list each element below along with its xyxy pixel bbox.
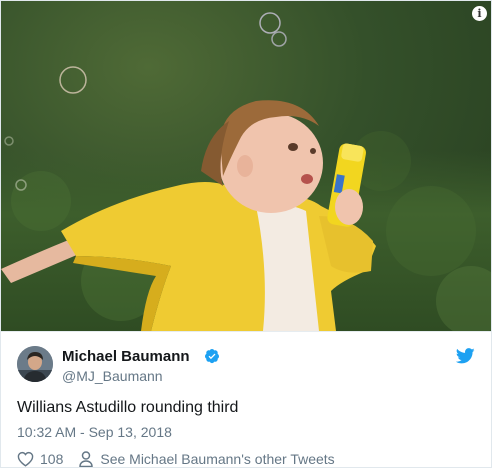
tweet-body: Michael Baumann @MJ_Baumann Willians Ast… — [1, 331, 491, 467]
like-count: 108 — [40, 451, 64, 467]
tweet-text: Willians Astudillo rounding third — [17, 399, 239, 416]
person-icon — [79, 451, 94, 467]
verified-badge-icon — [205, 349, 219, 364]
tweet-photo[interactable]: i — [1, 1, 491, 331]
running-girl-photo — [1, 12, 491, 331]
see-other-tweets-link[interactable]: See Michael Baumann's other Tweets — [79, 451, 335, 467]
tweet-actions: 108 See Michael Baumann's other Tweets — [17, 451, 335, 467]
info-icon[interactable]: i — [472, 6, 487, 21]
heart-icon — [17, 451, 34, 467]
author-display-name[interactable]: Michael Baumann — [62, 348, 190, 365]
author-handle[interactable]: @MJ_Baumann — [62, 368, 163, 384]
tweet-timestamp[interactable]: 10:32 AM - Sep 13, 2018 — [17, 424, 172, 440]
see-other-tweets-label: See Michael Baumann's other Tweets — [100, 451, 335, 467]
like-button[interactable]: 108 — [17, 451, 79, 467]
avatar[interactable] — [17, 346, 53, 382]
embedded-tweet-card[interactable]: i Michael Baumann @MJ_Baumann Willians A… — [0, 0, 492, 468]
twitter-bird-icon[interactable] — [456, 348, 475, 364]
